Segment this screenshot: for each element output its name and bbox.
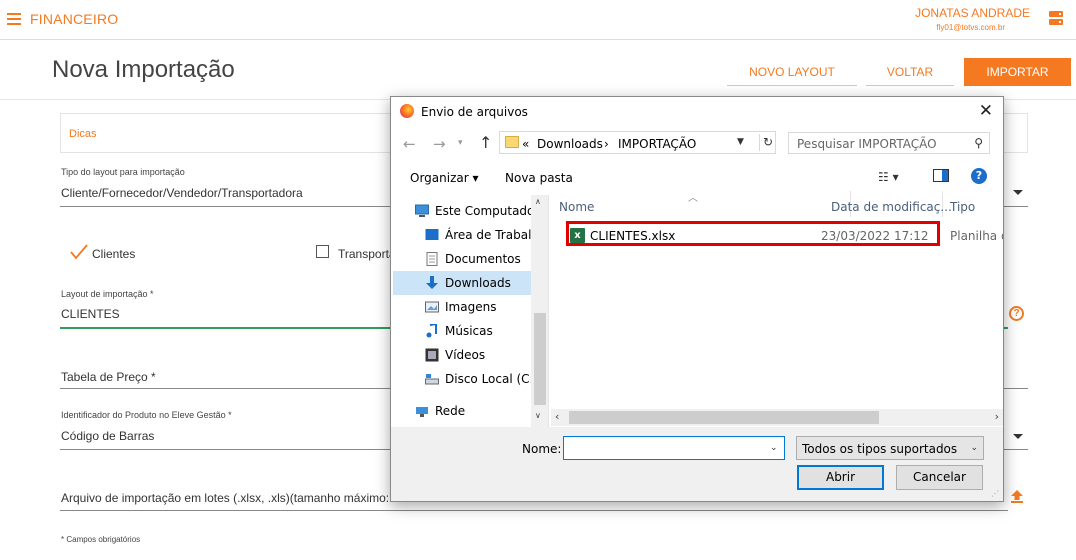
file-type: Planilha d xyxy=(950,229,1003,243)
user-name[interactable]: JONATAS ANDRADE xyxy=(915,6,1030,20)
firefox-icon xyxy=(400,104,414,118)
nav-scrollbar-thumb[interactable] xyxy=(534,313,546,405)
scroll-down-icon[interactable]: ∨ xyxy=(535,411,541,420)
videos-icon xyxy=(425,348,439,362)
breadcrumb-separator[interactable]: › xyxy=(604,137,609,151)
recent-locations-icon[interactable]: ▾ xyxy=(458,138,463,148)
server-icon[interactable] xyxy=(1049,11,1063,26)
chevron-down-icon[interactable]: ▼ xyxy=(737,137,744,147)
music-icon xyxy=(426,324,437,338)
breadcrumb-downloads[interactable]: Downloads xyxy=(537,137,603,151)
address-bar[interactable]: « Downloads › IMPORTAÇÃO ▼ ↻ xyxy=(499,131,776,154)
up-arrow-icon[interactable]: ↑ xyxy=(479,133,492,152)
layout-type-value[interactable]: Cliente/Fornecedor/Vendedor/Transportado… xyxy=(61,186,303,200)
search-placeholder: Pesquisar IMPORTAÇÃO xyxy=(797,137,937,151)
drive-icon xyxy=(425,374,439,385)
top-bar: FINANCEIRO JONATAS ANDRADE fly01@totvs.c… xyxy=(0,0,1076,40)
chevron-down-icon: ⌄ xyxy=(970,443,978,453)
view-options-icon[interactable]: ☷ ▾ xyxy=(878,170,899,184)
nav-item-musicas[interactable]: Músicas xyxy=(423,319,533,343)
pane-divider[interactable] xyxy=(548,195,549,427)
filename-input[interactable] xyxy=(563,436,785,460)
search-input[interactable]: Pesquisar IMPORTAÇÃO ⚲ xyxy=(788,132,990,154)
horizontal-scrollbar[interactable]: ‹ › xyxy=(551,409,1003,426)
organize-button[interactable]: Organizar ▾ xyxy=(410,171,479,185)
desktop-icon xyxy=(425,229,439,240)
user-email: fly01@totvs.com.br xyxy=(936,23,1005,32)
scroll-up-icon[interactable]: ∧ xyxy=(535,197,541,206)
layout-type-label: Tipo do layout para importação xyxy=(61,167,185,177)
required-fields-note: * Campos obrigatórios xyxy=(61,535,141,544)
nav-item-este-computador[interactable]: Este Computador xyxy=(413,199,533,223)
computer-icon xyxy=(415,204,429,217)
transportadora-checkbox[interactable] xyxy=(316,245,329,258)
layout-value[interactable]: CLIENTES xyxy=(61,307,120,321)
new-layout-button[interactable]: NOVO LAYOUT xyxy=(727,58,857,86)
file-type-value: Todos os tipos suportados (*.xls xyxy=(802,442,962,456)
help-icon[interactable]: ? xyxy=(1009,306,1024,321)
refresh-icon[interactable]: ↻ xyxy=(759,134,776,151)
back-button[interactable]: VOLTAR xyxy=(866,58,954,86)
nav-item-downloads[interactable]: Downloads xyxy=(393,271,533,295)
menu-icon[interactable] xyxy=(7,13,21,25)
folder-icon xyxy=(505,136,519,148)
search-icon: ⚲ xyxy=(974,136,983,150)
dialog-titlebar[interactable]: Envio de arquivos ✕ xyxy=(391,97,1003,125)
dialog-title: Envio de arquivos xyxy=(421,105,528,119)
nav-item-documentos[interactable]: Documentos xyxy=(423,247,533,271)
scroll-right-icon[interactable]: › xyxy=(995,410,999,423)
app-name: FINANCEIRO xyxy=(30,11,119,27)
breadcrumb-importacao[interactable]: IMPORTAÇÃO xyxy=(618,137,696,151)
nav-item-rede[interactable]: Rede xyxy=(413,399,533,423)
nav-item-disco-local[interactable]: Disco Local (C:) xyxy=(423,367,533,391)
filename-label: Nome: xyxy=(522,442,562,456)
nav-item-imagens[interactable]: Imagens xyxy=(423,295,533,319)
network-icon xyxy=(416,407,428,417)
chevron-down-icon[interactable] xyxy=(1013,190,1023,195)
navigation-pane: Este Computador Área de Trabalho Documen… xyxy=(393,195,547,427)
dialog-footer: Nome: ⌄ Todos os tipos suportados (*.xls… xyxy=(391,427,1003,501)
product-id-value[interactable]: Código de Barras xyxy=(61,429,154,443)
file-upload-underline xyxy=(60,510,1008,511)
file-dialog: Envio de arquivos ✕ ← → ▾ ↑ « Downloads … xyxy=(390,96,1004,502)
downloads-icon xyxy=(426,276,438,289)
back-arrow-icon[interactable]: ← xyxy=(403,135,416,153)
open-button[interactable]: Abrir xyxy=(797,465,884,490)
column-header-name[interactable]: ︿ Nome xyxy=(551,191,851,217)
file-type-select[interactable]: Todos os tipos suportados (*.xls ⌄ xyxy=(796,436,984,460)
price-table-label[interactable]: Tabela de Preço * xyxy=(61,370,156,384)
upload-icon[interactable] xyxy=(1010,489,1024,503)
nav-item-area-de-trabalho[interactable]: Área de Trabalho xyxy=(423,223,533,247)
documents-icon xyxy=(426,252,438,266)
horizontal-scrollbar-thumb[interactable] xyxy=(569,411,879,424)
pictures-icon xyxy=(425,301,439,313)
new-folder-button[interactable]: Nova pasta xyxy=(505,171,573,185)
highlight-box xyxy=(566,221,940,246)
transportadora-checkbox-label: Transporta xyxy=(338,247,396,261)
cancel-button[interactable]: Cancelar xyxy=(896,465,983,490)
dialog-toolbar: Organizar ▾ Nova pasta ☷ ▾ ? xyxy=(391,163,1003,191)
close-icon[interactable]: ✕ xyxy=(979,101,993,121)
import-button[interactable]: IMPORTAR xyxy=(964,58,1071,86)
product-id-label: Identificador do Produto no Eleve Gestão… xyxy=(61,410,232,420)
sort-ascending-icon: ︿ xyxy=(688,193,698,204)
checkmark-icon[interactable] xyxy=(70,243,88,261)
tips-label: Dicas xyxy=(69,128,97,140)
page-title: Nova Importação xyxy=(52,56,235,83)
chevron-down-icon[interactable] xyxy=(1013,434,1023,439)
preview-pane-icon[interactable] xyxy=(933,169,949,185)
clientes-checkbox-label: Clientes xyxy=(92,247,136,261)
scroll-left-icon[interactable]: ‹ xyxy=(555,410,559,423)
layout-label: Layout de importação * xyxy=(61,289,154,299)
resize-grip-icon[interactable]: ⋰ xyxy=(991,489,999,498)
file-upload-label[interactable]: Arquivo de importação em lotes (.xlsx, .… xyxy=(61,491,416,505)
help-icon[interactable]: ? xyxy=(971,168,987,184)
nav-item-videos[interactable]: Vídeos xyxy=(423,343,533,367)
address-prefix: « xyxy=(522,137,530,151)
column-header-date[interactable]: Data de modificaç... xyxy=(823,191,952,217)
forward-arrow-icon[interactable]: → xyxy=(433,135,446,153)
column-header-type[interactable]: Tipo xyxy=(942,191,1003,217)
